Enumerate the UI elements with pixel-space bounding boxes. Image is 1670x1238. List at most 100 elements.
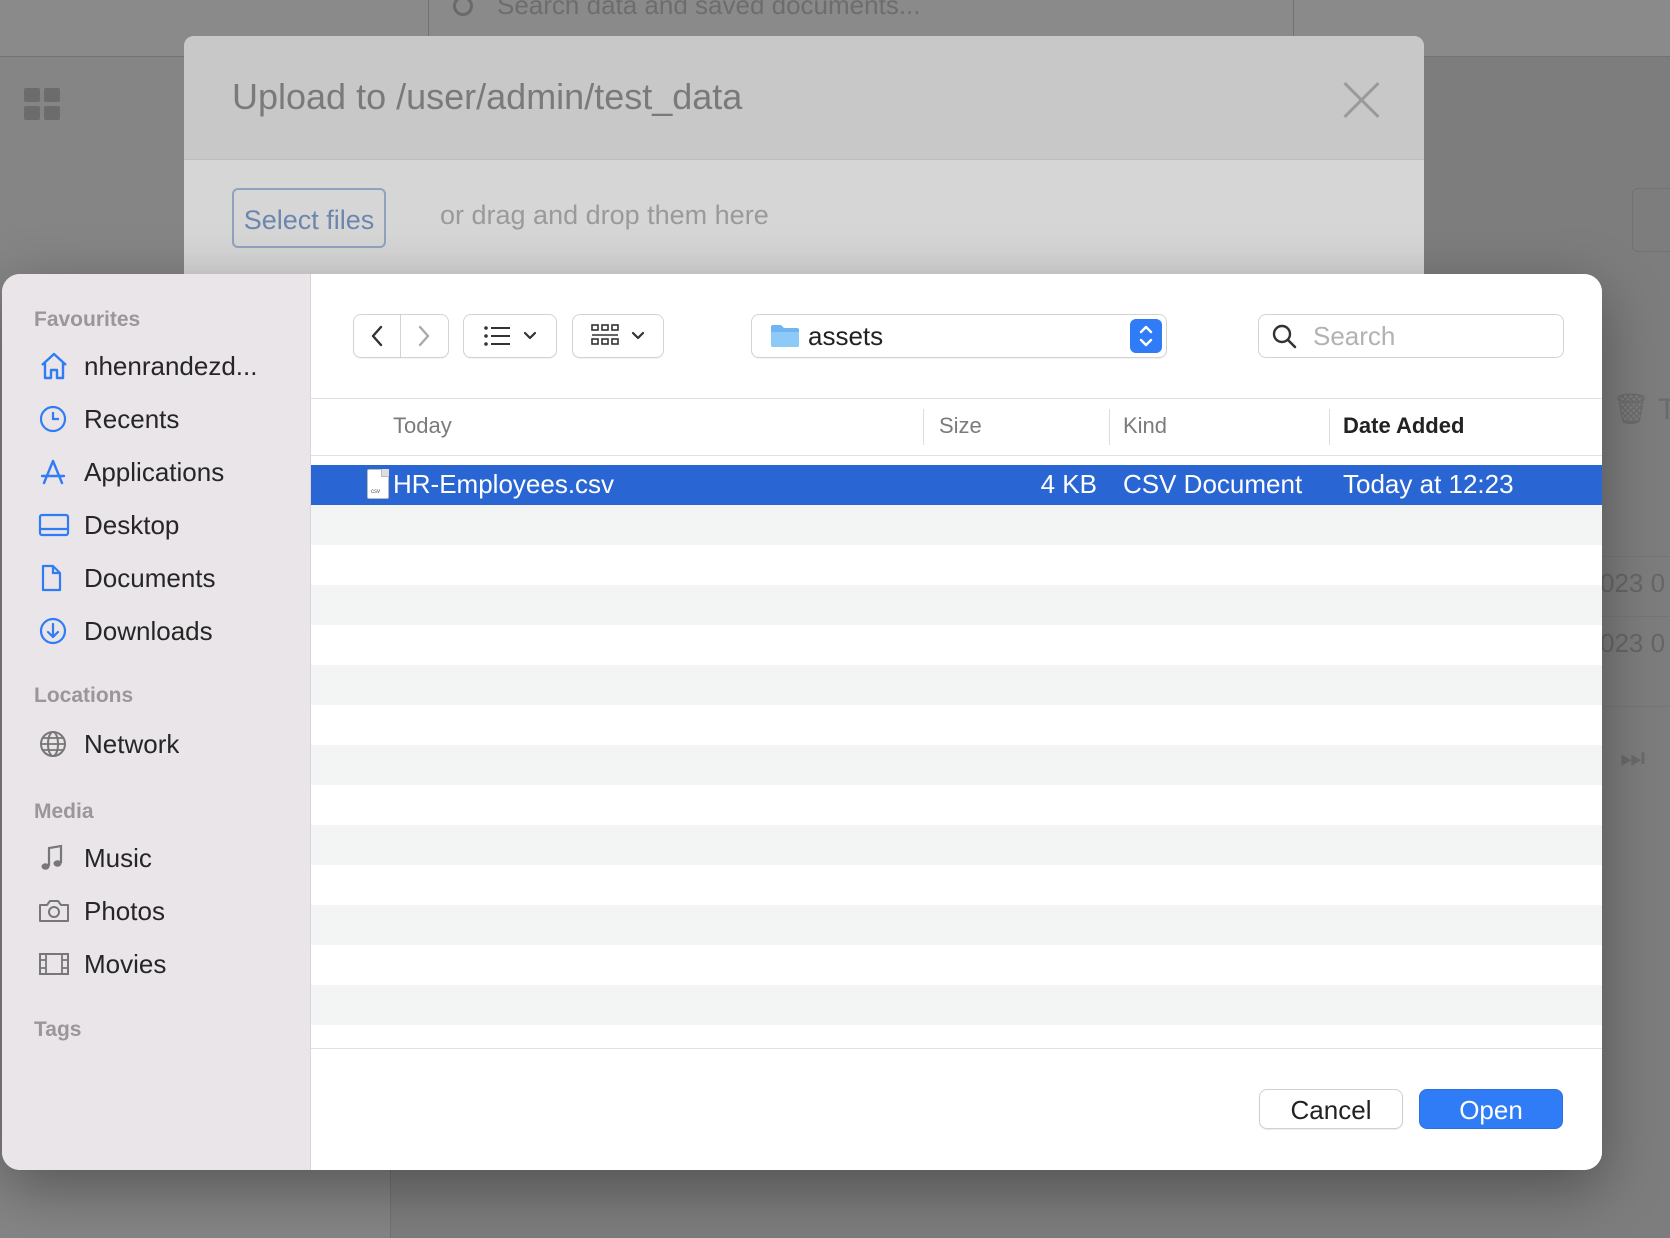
clock-icon	[38, 404, 72, 434]
applications-icon	[38, 457, 72, 487]
file-open-dialog: Favourites nhenrandezd... Recents Applic…	[2, 274, 1602, 1170]
open-button[interactable]: Open	[1419, 1089, 1563, 1129]
list-icon	[484, 326, 510, 346]
sidebar-item-label: nhenrandezd...	[84, 350, 258, 381]
empty-row	[311, 545, 1602, 585]
app-side-button[interactable]	[1632, 188, 1670, 252]
globe-icon	[38, 729, 72, 759]
file-row[interactable]: HR-Employees.csv 4 KB CSV Document Today…	[311, 465, 1602, 505]
document-icon	[38, 563, 72, 593]
empty-row	[311, 985, 1602, 1025]
sidebar-section-favourites: Favourites	[34, 308, 141, 331]
dialog-footer: Cancel Open	[311, 1048, 1602, 1170]
file-kind: CSV Document	[1123, 469, 1303, 499]
cancel-button[interactable]: Cancel	[1259, 1089, 1403, 1129]
desktop-icon	[38, 510, 72, 540]
upload-modal-header: Upload to /user/admin/test_data	[184, 36, 1424, 160]
up-down-chevron-icon	[1130, 319, 1162, 353]
search-field[interactable]	[1258, 314, 1564, 358]
grid-icon[interactable]	[24, 88, 60, 120]
empty-row	[311, 705, 1602, 745]
back-button[interactable]	[354, 315, 400, 357]
empty-row	[311, 745, 1602, 785]
file-list-header: Today Size Kind Date Added	[311, 398, 1602, 456]
file-list: HR-Employees.csv 4 KB CSV Document Today…	[311, 465, 1602, 1025]
download-icon	[38, 616, 72, 646]
music-note-icon	[38, 843, 72, 873]
sidebar-item-label: Documents	[84, 562, 216, 593]
empty-row	[311, 865, 1602, 905]
back-forward-group	[353, 314, 449, 358]
search-icon	[1272, 324, 1297, 349]
upload-modal: Upload to /user/admin/test_data Select f…	[184, 36, 1424, 296]
column-divider[interactable]	[1109, 409, 1110, 445]
empty-row	[311, 785, 1602, 825]
current-folder-label: assets	[808, 321, 884, 351]
sidebar-item-label: Photos	[84, 895, 165, 926]
chevron-right-icon	[418, 325, 430, 347]
file-name: HR-Employees.csv	[393, 469, 615, 499]
column-divider[interactable]	[1329, 409, 1330, 445]
skip-to-end-icon[interactable]: ⏭	[1620, 742, 1645, 775]
trash-icon[interactable]: 🗑 T	[1612, 392, 1670, 427]
sidebar-item-label: Recents	[84, 403, 180, 434]
search-icon	[453, 0, 473, 16]
dialog-sidebar: Favourites nhenrandezd... Recents Applic…	[2, 274, 311, 1170]
sidebar-item-desktop[interactable]: Desktop	[38, 505, 298, 545]
sidebar-item-label: Network	[84, 728, 180, 759]
empty-row	[311, 625, 1602, 665]
sidebar-item-movies[interactable]: Movies	[38, 944, 298, 984]
empty-row	[311, 505, 1602, 545]
column-header-size[interactable]: Size	[939, 413, 982, 439]
sidebar-item-label: Downloads	[84, 615, 213, 646]
sidebar-section-locations: Locations	[34, 684, 134, 707]
chevron-left-icon	[371, 325, 383, 347]
sidebar-item-network[interactable]: Network	[38, 724, 298, 764]
sidebar-item-recents[interactable]: Recents	[38, 399, 298, 439]
sidebar-item-label: Desktop	[84, 509, 180, 540]
list-view-button[interactable]	[463, 314, 557, 358]
app-search-placeholder: Search data and saved documents...	[497, 0, 921, 20]
file-size: 4 KB	[1040, 469, 1097, 499]
drag-drop-hint: or drag and drop them here	[440, 200, 769, 230]
sidebar-item-applications[interactable]: Applications	[38, 452, 298, 492]
sidebar-item-label: Movies	[84, 948, 167, 979]
film-icon	[38, 949, 72, 979]
column-header-kind[interactable]: Kind	[1123, 413, 1167, 439]
upload-modal-title: Upload to /user/admin/test_data	[232, 76, 743, 117]
app-row-date: 023 0	[1600, 628, 1666, 658]
empty-row	[311, 905, 1602, 945]
sidebar-item-label: Applications	[84, 456, 225, 487]
sidebar-item-home[interactable]: nhenrandezd...	[38, 346, 298, 386]
empty-row	[311, 825, 1602, 865]
search-input[interactable]	[1311, 319, 1555, 353]
column-header-date-added[interactable]: Date Added	[1343, 413, 1464, 439]
sidebar-section-media: Media	[34, 800, 94, 823]
dialog-toolbar: assets	[311, 274, 1602, 398]
dialog-main: assets Today Size Kind Date Added HR-Emp	[311, 274, 1602, 1170]
file-date-added: Today at 12:23	[1343, 469, 1514, 499]
csv-file-icon	[367, 469, 389, 499]
folder-icon	[771, 325, 799, 347]
empty-row	[311, 585, 1602, 625]
trash-label: T	[1657, 393, 1670, 426]
location-dropdown[interactable]: assets	[751, 314, 1167, 358]
empty-row	[311, 945, 1602, 985]
select-files-button[interactable]: Select files	[232, 188, 386, 248]
camera-icon	[38, 896, 72, 926]
close-icon[interactable]	[1342, 80, 1382, 120]
chevron-down-icon	[631, 331, 645, 340]
sidebar-item-photos[interactable]: Photos	[38, 891, 298, 931]
forward-button[interactable]	[400, 315, 447, 357]
icon-grid-icon	[591, 324, 619, 345]
column-divider[interactable]	[923, 409, 924, 445]
sidebar-item-downloads[interactable]: Downloads	[38, 611, 298, 651]
sidebar-item-music[interactable]: Music	[38, 838, 298, 878]
sidebar-item-label: Music	[84, 842, 152, 873]
chevron-down-icon	[523, 331, 537, 340]
group-view-button[interactable]	[572, 314, 664, 358]
sidebar-section-tags: Tags	[34, 1018, 82, 1041]
column-header-name[interactable]: Today	[393, 413, 452, 439]
sidebar-item-documents[interactable]: Documents	[38, 558, 298, 598]
empty-row	[311, 665, 1602, 705]
